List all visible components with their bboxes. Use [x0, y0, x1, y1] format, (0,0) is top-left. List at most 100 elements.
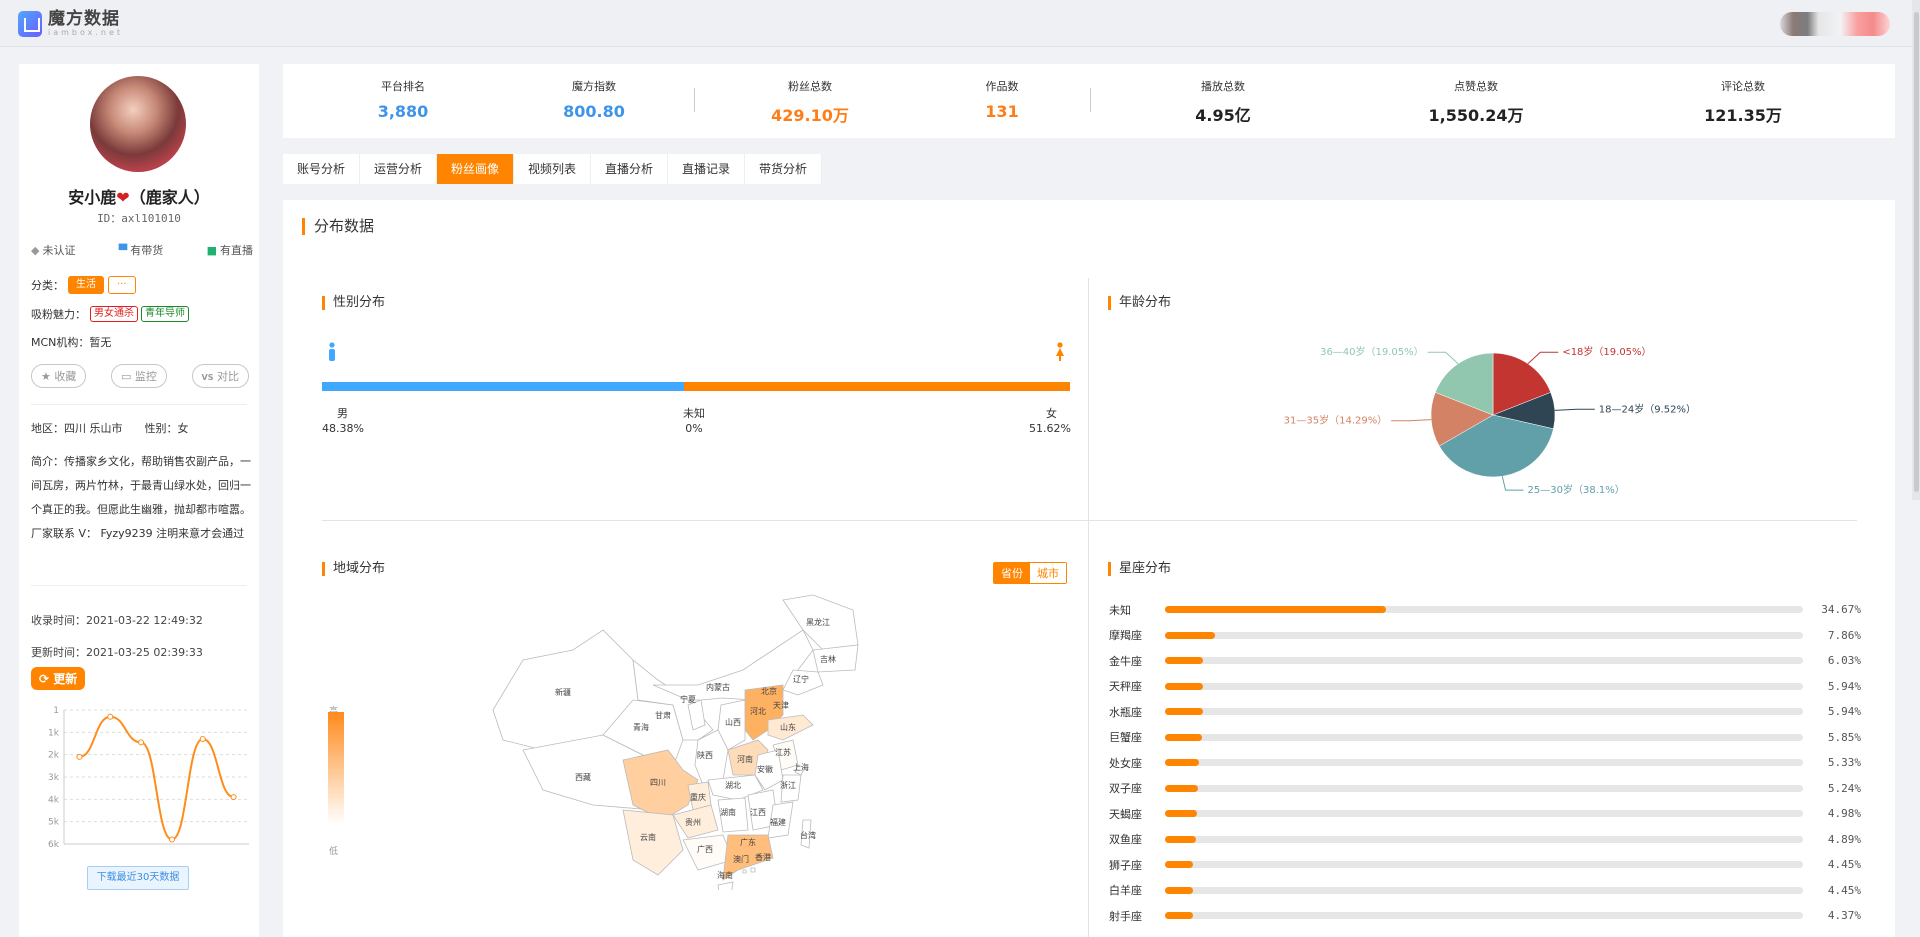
male-icon [329, 342, 335, 361]
bio-label: 简介： [31, 455, 64, 468]
pie-label-line [1427, 351, 1459, 365]
tab-live-analysis[interactable]: 直播分析 [591, 154, 668, 184]
province-label: 安徽 [757, 764, 773, 774]
province-label: 上海 [793, 762, 809, 772]
province-香港 [750, 867, 756, 873]
category-more-button[interactable]: ··· [108, 276, 136, 294]
zodiac-fill [1165, 886, 1194, 894]
zodiac-track [1165, 759, 1803, 767]
zodiac-row: 双鱼座 4.89% [1109, 827, 1861, 853]
tab-commerce-analysis[interactable]: 带货分析 [745, 154, 822, 184]
stat-label: 评论总数 [1721, 80, 1765, 93]
pie-label: 25—30岁（38.1%） [1528, 483, 1625, 496]
distribution-panel: 分布数据 性别分布 男 48.38% 未知 0% 女 51.62% 年龄分布 <18岁… [283, 200, 1895, 937]
zodiac-row: 射手座 4.37% [1109, 903, 1861, 929]
category-tag[interactable]: 生活 [68, 276, 104, 294]
gender-value: 女 [177, 422, 189, 435]
unknown-percent: 0% [685, 422, 703, 435]
stat-value: 3,880 [377, 102, 429, 121]
compare-button[interactable]: VS 对比 [191, 364, 249, 388]
rank-trend-chart: 1 1k 2k 3k 4k 5k 6k [48, 706, 249, 850]
zodiac-percent: 5.94% [1827, 679, 1861, 693]
refresh-button[interactable]: ⟳ 更新 [31, 667, 86, 690]
profile-flags: ◆ 未认证 ▀ 有带货 ■ 有直播 [31, 242, 253, 258]
toggle-province[interactable]: 省份 [994, 563, 1030, 583]
tab-fan-profile[interactable]: 粉丝画像 [437, 154, 514, 184]
female-label: 女 [1046, 407, 1057, 420]
province-label: 陕西 [697, 750, 713, 760]
province-label: 天津 [773, 700, 789, 710]
rank-point [230, 794, 237, 801]
zodiac-percent: 4.45% [1827, 883, 1861, 897]
china-map[interactable]: 新疆西藏 青海甘肃宁夏内蒙古 黑龙江吉林辽宁北京天津河北山西山东陕西 河南 江苏上海 安徽… [483, 590, 883, 890]
province-label: 贵州 [685, 817, 701, 827]
rank-line [79, 715, 234, 841]
gender-bar-male [322, 382, 684, 391]
flag-label: 有带货 [130, 244, 164, 257]
zodiac-name: 水瓶座 [1109, 705, 1142, 719]
logo-title: 魔方数据 [48, 9, 120, 29]
page-scrollbar[interactable] [1912, 0, 1920, 500]
stat-works: 作品数 131 [942, 78, 1062, 121]
panel-title: 分布数据 [302, 218, 374, 235]
region-label: 地区： [31, 422, 64, 435]
zodiac-fill [1165, 733, 1203, 741]
map-legend-scale[interactable] [328, 712, 344, 824]
monitor-button[interactable]: ▭ 监控 [111, 364, 167, 388]
profile-name-suffix: （鹿家人） [129, 188, 210, 207]
stat-label: 点赞总数 [1454, 80, 1498, 93]
updated-value: 2021-03-25 02:39:33 [86, 646, 203, 659]
recorded-value: 2021-03-22 12:49:32 [86, 614, 203, 627]
age-title: 年龄分布 [1108, 296, 1171, 310]
zodiac-fill [1165, 759, 1199, 767]
charm-tag: 青年导师 [141, 306, 189, 322]
y-tick-label: 2k [48, 751, 60, 761]
zodiac-fill [1165, 912, 1193, 920]
zodiac-row: 金牛座 6.03% [1109, 648, 1861, 674]
tab-operation-analysis[interactable]: 运营分析 [360, 154, 437, 184]
zodiac-row: 白羊座 4.45% [1109, 878, 1861, 904]
province-label: 湖南 [720, 807, 736, 817]
toggle-city[interactable]: 城市 [1030, 563, 1066, 583]
zodiac-row: 处女座 5.33% [1109, 750, 1861, 776]
logo[interactable]: 魔方数据 iambox.net [18, 10, 123, 37]
stat-value: 800.80 [563, 102, 625, 121]
favorite-button[interactable]: ★ 收藏 [31, 364, 87, 388]
download-30-days-button[interactable]: 下载最近30天数据 [87, 866, 189, 890]
zodiac-percent: 5.24% [1827, 781, 1861, 795]
stat-platform-rank: 平台排名 3,880 [343, 78, 463, 121]
age-pie-chart: <18岁（19.05%） 18—24岁（9.52%） 25—30岁（38.1%） 31… [1284, 345, 1696, 496]
stat-value: 1,550.24万 [1428, 106, 1524, 125]
zodiac-track [1165, 733, 1803, 741]
logo-subtitle: iambox.net [48, 28, 124, 37]
zodiac-percent: 7.86% [1827, 628, 1861, 642]
gender-label: 性别： [144, 422, 178, 435]
bio-text: 传播家乡文化，帮助销售农副产品，一间瓦房，两片竹林，于最青山绿水处，回归一个真正… [31, 455, 251, 540]
tab-live-records[interactable]: 直播记录 [668, 154, 745, 184]
zodiac-name: 双子座 [1109, 782, 1142, 796]
zodiac-track [1165, 682, 1803, 690]
stat-mofang-index: 魔方指数 800.80 [534, 78, 654, 121]
compare-label: 对比 [216, 370, 239, 383]
rank-point [199, 736, 206, 743]
tab-video-list[interactable]: 视频列表 [514, 154, 591, 184]
unknown-stat: 未知 0% [683, 406, 705, 436]
user-account-menu[interactable] [1780, 12, 1890, 36]
profile-actions: ★ 收藏 ▭ 监控 VS 对比 [31, 364, 249, 388]
zodiac-name: 金牛座 [1109, 654, 1142, 668]
tab-account-analysis[interactable]: 账号分析 [283, 154, 360, 184]
province-label: 江西 [750, 808, 766, 817]
zodiac-row: 狮子座 4.45% [1109, 852, 1861, 878]
male-percent: 48.38% [322, 422, 364, 435]
zodiac-track [1165, 657, 1803, 665]
divider [31, 585, 247, 586]
pie-label: <18岁（19.05%） [1562, 345, 1651, 358]
stat-separator [1090, 88, 1091, 112]
stat-separator [694, 88, 695, 112]
province-label: 重庆 [690, 792, 706, 802]
top-bar: 魔方数据 iambox.net [0, 0, 1920, 47]
mcn-row: MCN机构： 暂无 [31, 334, 111, 350]
zodiac-track [1165, 606, 1803, 614]
stat-plays: 播放总数 4.95亿 [1153, 78, 1293, 126]
stat-value: 4.95亿 [1195, 106, 1251, 125]
